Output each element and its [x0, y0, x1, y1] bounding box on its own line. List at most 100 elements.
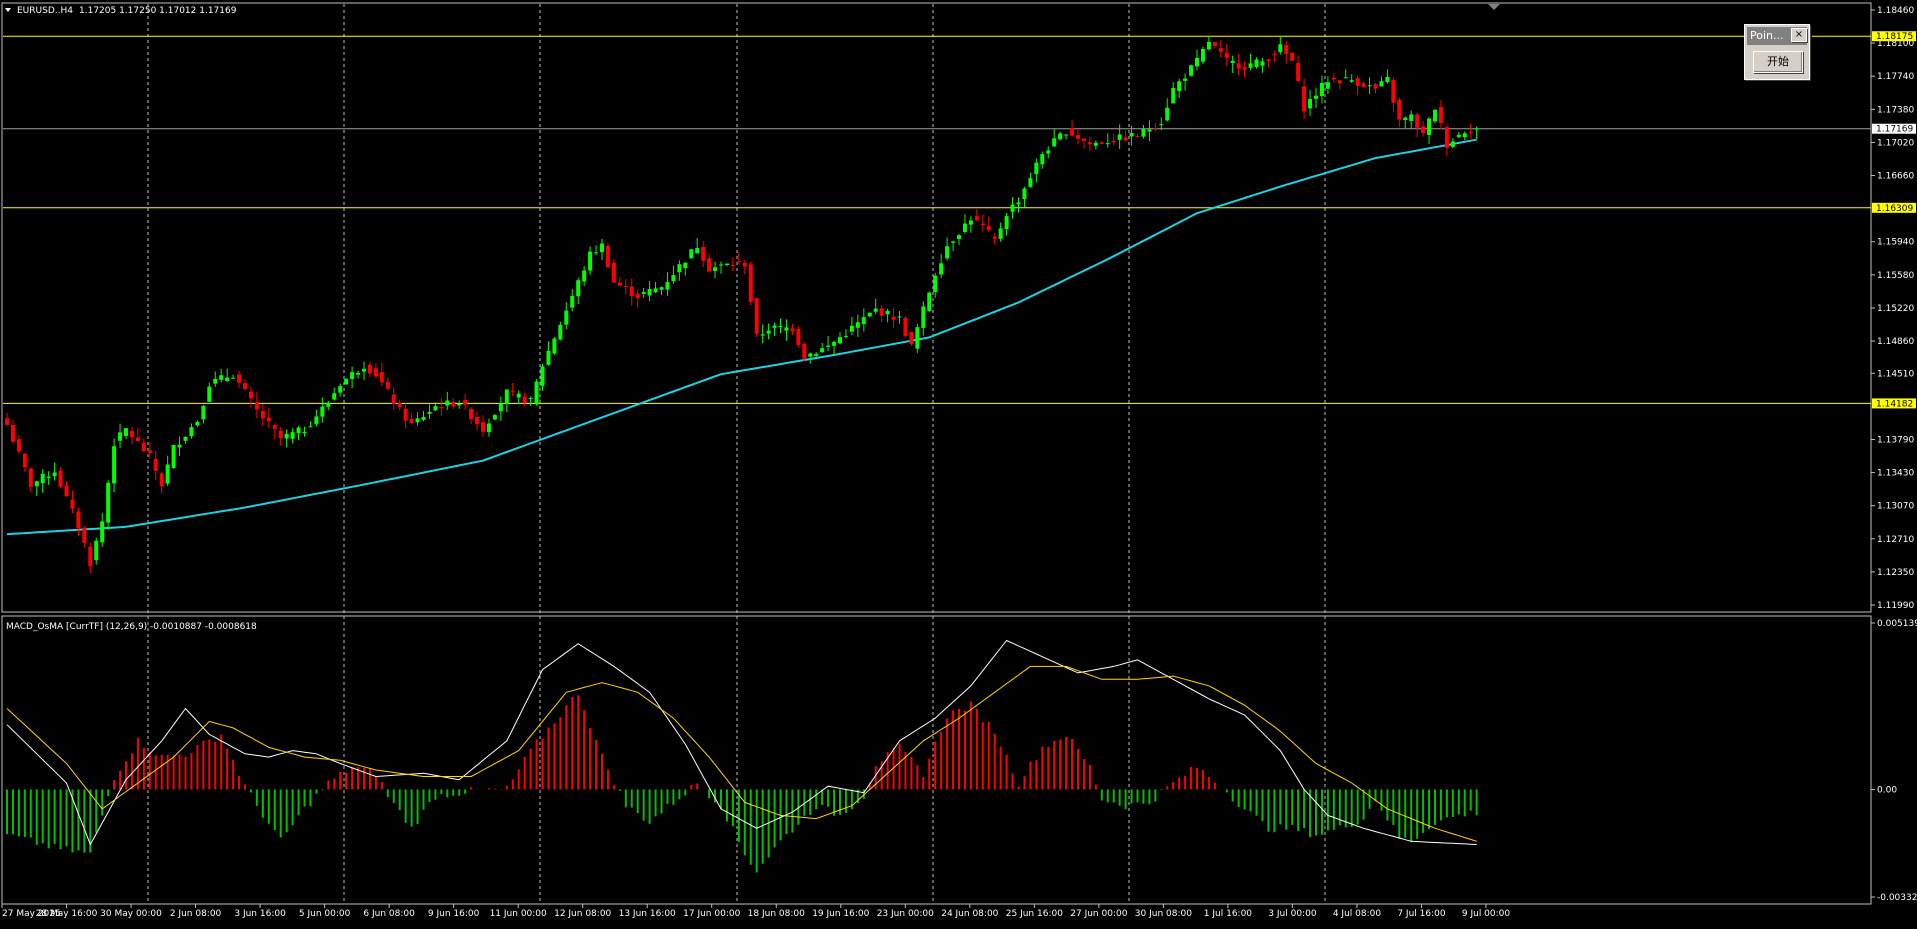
bull-candle — [1105, 143, 1110, 145]
bull-candle — [653, 288, 658, 293]
time-tick-label: 19 Jun 16:00 — [812, 909, 869, 919]
time-tick-label: 3 Jun 16:00 — [234, 909, 286, 919]
bull-candle — [826, 345, 831, 348]
bull-candle — [855, 322, 860, 328]
time-tick-label: 6 Jun 08:00 — [363, 909, 415, 919]
bull-candle — [1427, 118, 1432, 136]
bear-candle — [974, 216, 979, 221]
bull-candle — [951, 241, 956, 243]
bear-candle — [1236, 63, 1241, 69]
bull-candle — [647, 288, 652, 296]
price-tick-label: 1.15940 — [1877, 238, 1914, 248]
bull-candle — [350, 372, 355, 380]
bull-candle — [1206, 41, 1211, 50]
bull-candle — [1230, 60, 1235, 63]
bull-candle — [1433, 109, 1437, 122]
bull-candle — [1254, 59, 1259, 67]
bull-candle — [1159, 124, 1164, 126]
indicator-tick-label: -0.003320 — [1877, 893, 1917, 903]
bull-candle — [1343, 77, 1348, 79]
time-tick-label: 11 Jun 00:00 — [490, 909, 547, 919]
bull-candle — [46, 476, 51, 479]
chart-canvas[interactable]: 1.184601.181001.177401.173801.170201.166… — [0, 0, 1917, 925]
bear-candle — [153, 459, 158, 471]
bull-candle — [1325, 82, 1330, 89]
start-button[interactable]: 开始 — [1753, 51, 1803, 73]
bull-candle — [177, 444, 182, 448]
bull-candle — [921, 306, 926, 328]
bear-candle — [254, 401, 259, 410]
bull-candle — [1171, 88, 1176, 104]
bear-candle — [469, 408, 474, 420]
bull-candle — [808, 353, 813, 357]
bull-candle — [778, 326, 783, 328]
bear-candle — [742, 262, 747, 267]
bear-candle — [82, 527, 87, 544]
bear-candle — [617, 282, 622, 286]
bull-candle — [1195, 58, 1199, 67]
bear-candle — [1355, 78, 1360, 86]
bear-candle — [748, 264, 753, 302]
bear-candle — [1438, 106, 1443, 124]
bull-candle — [760, 334, 765, 336]
close-icon[interactable]: × — [1791, 28, 1807, 42]
bull-candle — [968, 220, 973, 225]
time-tick-label: 9 Jun 16:00 — [428, 909, 480, 919]
bear-candle — [1373, 84, 1378, 89]
bull-candle — [124, 428, 128, 436]
bull-candle — [118, 432, 123, 441]
bull-candle — [165, 464, 170, 484]
bull-candle — [873, 308, 878, 312]
bear-candle — [701, 246, 706, 261]
bear-candle — [481, 421, 485, 432]
time-tick-label: 7 Jul 16:00 — [1397, 909, 1446, 919]
bull-candle — [1456, 134, 1461, 138]
bull-candle — [528, 398, 533, 400]
point-dialog[interactable]: Poin... × 开始 — [1744, 24, 1810, 80]
bull-candle — [171, 445, 176, 468]
bull-candle — [183, 436, 188, 441]
bull-candle — [1028, 178, 1033, 187]
bull-candle — [320, 406, 325, 417]
bull-candle — [1147, 129, 1152, 132]
bear-candle — [754, 298, 759, 334]
bear-candle — [5, 418, 9, 425]
bull-candle — [695, 248, 700, 254]
time-tick-label: 13 Jun 16:00 — [619, 909, 676, 919]
price-tick-label: 1.14510 — [1877, 369, 1914, 379]
bull-candle — [225, 377, 230, 382]
bear-candle — [802, 343, 807, 359]
bear-candle — [475, 416, 480, 425]
chart-window[interactable]: 1.18460 1.18100 1.17740 1.17380 1.17020 1.166… — [0, 0, 1917, 925]
bear-candle — [635, 293, 640, 299]
bear-candle — [1302, 86, 1307, 112]
bear-candle — [605, 245, 610, 268]
bull-candle — [927, 292, 932, 311]
price-tick-label: 1.12350 — [1877, 568, 1914, 578]
current-price-label: 1.17169 — [1876, 125, 1913, 135]
bull-candle — [540, 366, 545, 386]
bull-candle — [195, 421, 200, 426]
bull-candle — [641, 292, 646, 294]
bear-candle — [463, 400, 468, 405]
bear-candle — [248, 391, 253, 399]
ohlc-readout: 1.17205 1.17250 1.17012 1.17169 — [79, 6, 237, 16]
bear-candle — [28, 468, 33, 487]
bear-candle — [397, 402, 402, 408]
bear-candle — [391, 394, 396, 405]
symbol-label: EURUSD..H4 — [17, 6, 73, 16]
time-tick-label: 28 May 16:00 — [36, 909, 98, 919]
time-tick-label: 24 Jun 08:00 — [941, 909, 998, 919]
bull-candle — [1367, 85, 1372, 87]
bull-candle — [344, 378, 349, 385]
bear-candle — [403, 408, 408, 421]
time-tick-label: 30 Jun 08:00 — [1135, 909, 1192, 919]
bull-candle — [719, 264, 723, 266]
bear-candle — [272, 425, 277, 429]
bear-candle — [992, 236, 997, 239]
level-price-label: 1.16309 — [1876, 204, 1913, 214]
bear-candle — [1337, 80, 1342, 84]
bear-candle — [736, 261, 741, 263]
bull-candle — [421, 416, 426, 420]
bull-candle — [1248, 63, 1253, 68]
